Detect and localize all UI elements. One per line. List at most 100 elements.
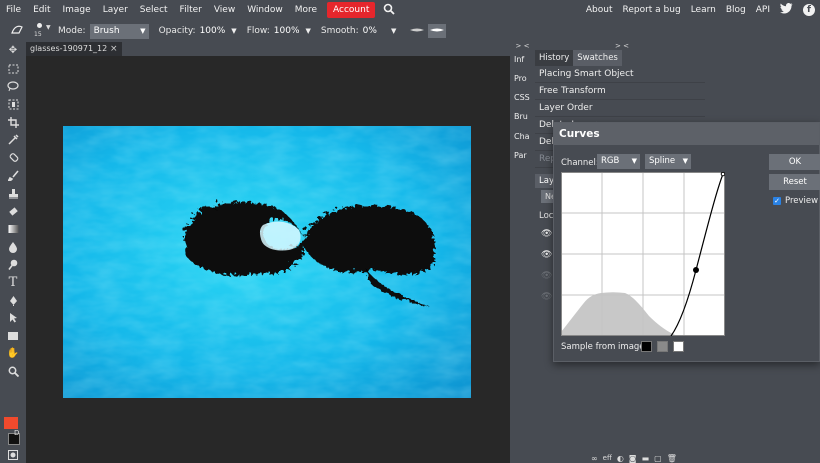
facebook-icon[interactable]: f xyxy=(803,4,815,16)
link-report-bug[interactable]: Report a bug xyxy=(617,0,685,20)
type-icon[interactable]: T xyxy=(0,273,26,291)
tool-options-bar: 15 ▼ Mode: Brush ▼ Opacity: 100% ▼ Flow:… xyxy=(0,20,820,42)
history-item[interactable]: Free Transform xyxy=(535,83,705,100)
panel-info-tab[interactable]: Inf xyxy=(510,50,535,69)
path-select-icon[interactable] xyxy=(0,309,26,327)
pen-icon[interactable] xyxy=(0,291,26,309)
link-about[interactable]: About xyxy=(581,0,618,20)
default-colors-icon[interactable]: D xyxy=(14,429,19,437)
panel-paragraph-tab[interactable]: Par xyxy=(510,146,535,165)
hand-icon[interactable]: ✋ xyxy=(0,345,26,363)
sample-gray-eyedropper[interactable] xyxy=(657,341,668,352)
quick-mask-icon[interactable] xyxy=(0,446,26,463)
brush-icon[interactable] xyxy=(0,167,26,185)
crop-icon[interactable] xyxy=(0,113,26,131)
foreground-color-swatch[interactable] xyxy=(4,417,18,429)
curve-mode-select[interactable]: Spline ▼ xyxy=(645,154,691,169)
menu-right: About Report a bug Learn Blog API f xyxy=(581,0,820,20)
preview-toggle[interactable]: ✓ Preview xyxy=(773,196,818,206)
quick-select-icon[interactable] xyxy=(0,95,26,113)
tools-panel: ✥ T ✋ D xyxy=(0,42,26,463)
tab-history[interactable]: History xyxy=(535,50,574,66)
preview-checkbox[interactable]: ✓ xyxy=(773,197,781,205)
flow-dropdown-icon[interactable]: ▼ xyxy=(306,27,311,35)
brush-preset-icon[interactable] xyxy=(10,23,28,40)
marquee-icon[interactable] xyxy=(0,60,26,78)
ok-button[interactable]: OK xyxy=(769,154,820,170)
eyedropper-icon[interactable] xyxy=(0,131,26,149)
folder-icon[interactable]: ▬ xyxy=(642,454,650,463)
menu-view[interactable]: View xyxy=(208,0,241,20)
history-item[interactable]: Layer Order xyxy=(535,100,705,117)
close-tab-icon[interactable]: × xyxy=(110,42,118,56)
sample-black-eyedropper[interactable] xyxy=(641,341,652,352)
expand-arrows-icon[interactable]: > < xyxy=(615,42,629,50)
pressure-size-icon[interactable] xyxy=(428,24,447,38)
menu-file[interactable]: File xyxy=(0,0,27,20)
opacity-dropdown-icon[interactable]: ▼ xyxy=(231,27,236,35)
tab-swatches[interactable]: Swatches xyxy=(573,50,622,66)
panel-brush-tab[interactable]: Bru xyxy=(510,107,535,126)
reset-button[interactable]: Reset xyxy=(769,174,820,190)
blur-icon[interactable] xyxy=(0,238,26,256)
link-blog[interactable]: Blog xyxy=(721,0,751,20)
curve-control-point[interactable] xyxy=(693,267,699,273)
menu-select[interactable]: Select xyxy=(134,0,174,20)
panel-character-tab[interactable]: Cha xyxy=(510,127,535,146)
panel-properties-tab[interactable]: Pro xyxy=(510,69,535,88)
healing-icon[interactable] xyxy=(0,149,26,167)
curve-graph[interactable] xyxy=(561,171,726,337)
lasso-icon[interactable] xyxy=(0,78,26,96)
smooth-dropdown-icon[interactable]: ▼ xyxy=(391,27,396,35)
preview-label: Preview xyxy=(785,196,819,206)
history-tabs: History Swatches xyxy=(535,50,705,66)
document-image[interactable] xyxy=(63,126,471,398)
pressure-opacity-icon[interactable] xyxy=(410,26,425,36)
trash-icon[interactable]: 🗑 xyxy=(667,454,677,463)
channel-select[interactable]: RGB ▼ xyxy=(597,154,640,169)
menu-layer[interactable]: Layer xyxy=(97,0,134,20)
document-tabs: glasses-190971_12 × xyxy=(26,42,510,56)
curve-endpoint[interactable] xyxy=(720,171,726,177)
opacity-value[interactable]: 100% xyxy=(200,26,226,36)
link-api[interactable]: API xyxy=(751,0,775,20)
photopea-app: File Edit Image Layer Select Filter View… xyxy=(0,0,820,463)
menu-edit[interactable]: Edit xyxy=(27,0,56,20)
menu-window[interactable]: Window xyxy=(241,0,289,20)
menu-image[interactable]: Image xyxy=(57,0,97,20)
dialog-title[interactable]: Curves xyxy=(554,123,819,145)
mode-value: Brush xyxy=(93,25,120,36)
mask-icon[interactable]: ◙ xyxy=(629,454,637,463)
move-icon[interactable]: ✥ xyxy=(0,42,26,60)
smooth-value[interactable]: 0% xyxy=(363,26,377,36)
dodge-icon[interactable] xyxy=(0,256,26,274)
link-learn[interactable]: Learn xyxy=(686,0,721,20)
canvas-area[interactable] xyxy=(26,56,510,463)
history-item[interactable]: Placing Smart Object xyxy=(535,66,705,83)
new-layer-icon[interactable]: ▢ xyxy=(654,454,662,463)
twitter-icon[interactable] xyxy=(780,3,793,17)
brush-size-value: 15 xyxy=(34,31,42,38)
menu-filter[interactable]: Filter xyxy=(174,0,208,20)
adjustment-layer-icon[interactable]: ◐ xyxy=(617,454,624,463)
gradient-icon[interactable] xyxy=(0,220,26,238)
collapsed-panels: > < Inf Pro CSS Bru Cha Par xyxy=(510,42,535,463)
sample-white-eyedropper[interactable] xyxy=(673,341,684,352)
link-layers-icon[interactable]: ∞ xyxy=(591,454,598,463)
collapse-arrows-icon[interactable]: > < xyxy=(510,42,535,50)
effects-icon[interactable]: eff xyxy=(603,454,612,462)
opacity-label: Opacity: xyxy=(158,26,196,36)
menu-more[interactable]: More xyxy=(289,0,323,20)
account-button[interactable]: Account xyxy=(327,2,376,18)
mode-select[interactable]: Brush ▼ xyxy=(89,23,149,39)
stamp-icon[interactable] xyxy=(0,184,26,202)
channel-label: Channel: xyxy=(561,158,599,168)
zoom-icon[interactable] xyxy=(0,362,26,380)
panel-css-tab[interactable]: CSS xyxy=(510,88,535,107)
brush-size-picker[interactable]: 15 ▼ xyxy=(34,21,52,41)
shape-icon[interactable] xyxy=(0,327,26,345)
flow-value[interactable]: 100% xyxy=(274,26,300,36)
eraser-icon[interactable] xyxy=(0,202,26,220)
search-icon[interactable] xyxy=(383,3,395,18)
document-tab[interactable]: glasses-190971_12 xyxy=(26,42,122,56)
